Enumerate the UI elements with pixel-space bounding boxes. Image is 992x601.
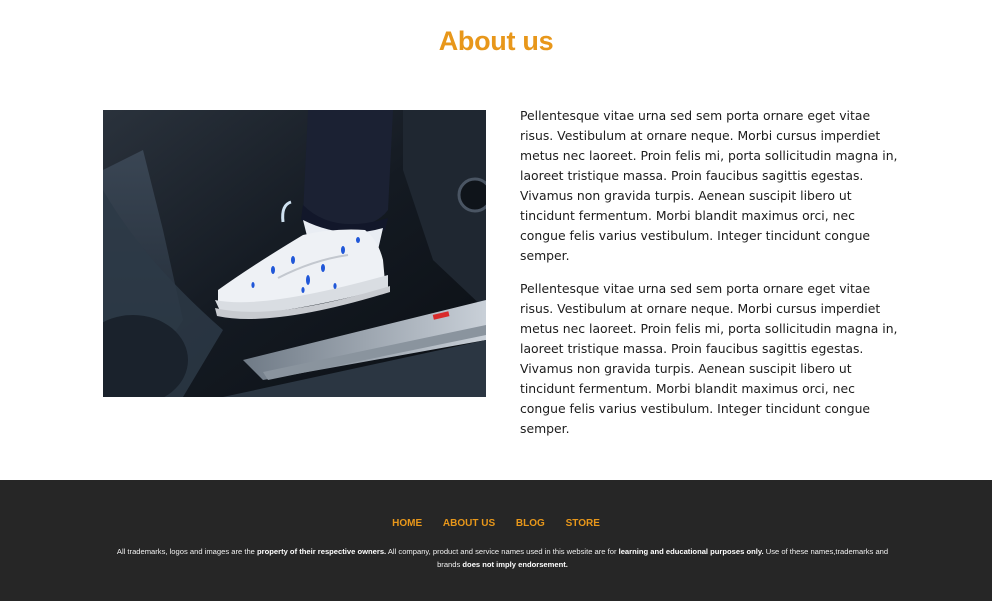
legal-bold-3: does not imply endorsement. bbox=[462, 560, 568, 569]
footer-link-store[interactable]: STORE bbox=[566, 518, 600, 529]
footer-link-home[interactable]: HOME bbox=[392, 518, 422, 529]
about-paragraph-1: Pellentesque vitae urna sed sem porta or… bbox=[520, 108, 898, 263]
sneaker-car-photo bbox=[103, 110, 486, 397]
footer: HOME ABOUT US BLOG STORE All trademarks,… bbox=[0, 480, 992, 601]
legal-bold-1: property of their respective owners. bbox=[257, 547, 387, 556]
footer-link-blog[interactable]: BLOG bbox=[516, 518, 545, 529]
about-paragraph-2: Pellentesque vitae urna sed sem porta or… bbox=[520, 281, 898, 436]
legal-bold-2: learning and educational purposes only. bbox=[618, 547, 764, 556]
page-title: About us bbox=[438, 26, 554, 56]
legal-text-1: All trademarks, logos and images are the bbox=[116, 547, 258, 556]
about-text: Pellentesque vitae urna sed sem porta or… bbox=[520, 106, 900, 452]
footer-nav: HOME ABOUT US BLOG STORE bbox=[0, 518, 992, 529]
legal-text-2: All company, product and service names u… bbox=[386, 547, 619, 556]
footer-legal-notice: All trademarks, logos and images are the… bbox=[115, 545, 890, 571]
footer-link-about-us[interactable]: ABOUT US bbox=[443, 518, 495, 529]
